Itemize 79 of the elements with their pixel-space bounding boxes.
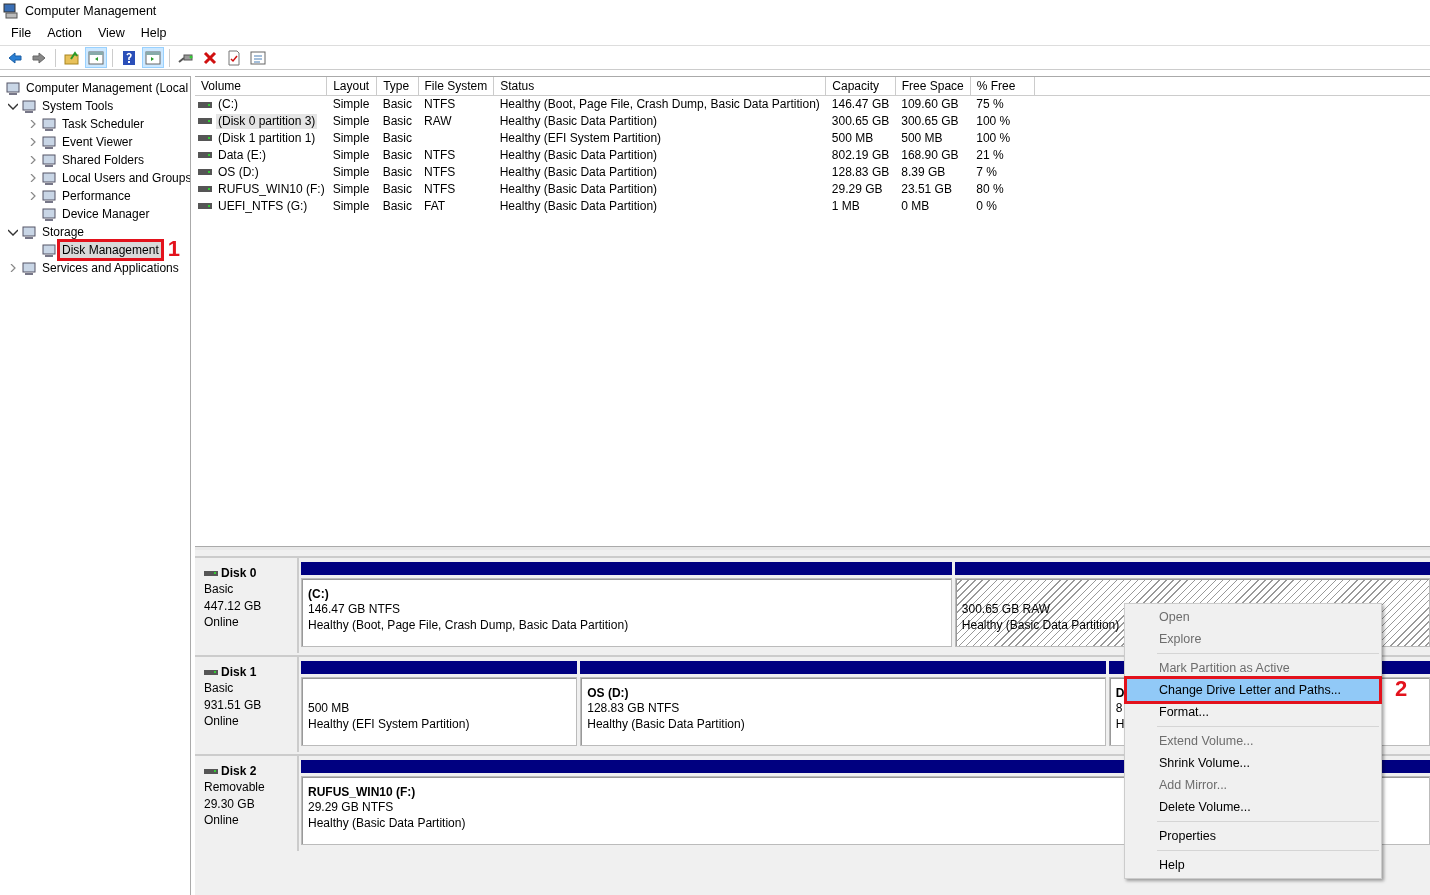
partition-size: 29.29 GB NTFS: [308, 800, 394, 815]
table-cell: 80 %: [976, 182, 1004, 197]
partition-size: 300.65 GB RAW: [961, 602, 1051, 617]
table-cell: Basic: [382, 148, 412, 163]
callout-number: 1: [167, 238, 180, 260]
partition-label: RUFUS_WIN10 (F:): [308, 785, 416, 800]
table-cell: FAT: [424, 199, 446, 214]
partition-status: H: [1115, 717, 1125, 732]
table-cell: 0 MB: [901, 199, 930, 214]
partition-size: 146.47 GB NTFS: [308, 602, 401, 617]
disk-type: Basic: [204, 681, 235, 696]
disk-type: Removable: [204, 780, 266, 795]
partition-size: 128.83 GB NTFS: [587, 701, 680, 716]
table-cell: 75 %: [976, 97, 1004, 112]
table-cell: Basic: [382, 131, 412, 146]
table-cell: Simple: [332, 148, 370, 163]
table-cell: 0 %: [976, 199, 997, 214]
table-cell: 168.90 GB: [901, 148, 959, 163]
partition-status: Healthy (Boot, Page File, Crash Dump, Basic Data Partition): [308, 618, 629, 633]
table-cell: 21 %: [976, 148, 1004, 163]
table-cell: Healthy (Basic Data Partition): [499, 148, 658, 163]
table-cell: Simple: [332, 114, 370, 129]
partition-status: Healthy (Basic Data Partition): [587, 717, 745, 732]
disk-size: 931.51 GB: [204, 697, 263, 713]
table-cell: 802.19 GB: [831, 148, 890, 163]
table-cell: Healthy (Basic Data Partition): [499, 114, 658, 129]
table-cell: 29.29 GB: [831, 182, 883, 197]
partition-label: D: [1115, 686, 1125, 701]
table-cell: 7 %: [976, 165, 997, 180]
table-cell: Basic: [382, 165, 412, 180]
disk-size: 29.30 GB: [204, 796, 256, 812]
disk-status: Online: [204, 813, 240, 828]
table-cell: Basic: [382, 182, 412, 197]
partition-label: OS (D:): [587, 686, 629, 701]
table-cell: Healthy (Basic Data Partition): [499, 199, 658, 214]
table-cell: Simple: [332, 199, 370, 214]
disk-status: Online: [204, 615, 240, 630]
table-cell: 500 MB: [831, 131, 874, 146]
table-cell: Basic: [382, 199, 412, 214]
partition-label: (C:): [308, 587, 329, 602]
table-cell: NTFS: [424, 97, 456, 112]
table-cell: 8.39 GB: [901, 165, 946, 180]
table-cell: Simple: [332, 182, 370, 197]
table-cell: 146.47 GB: [831, 97, 890, 112]
disk-size: 447.12 GB: [204, 598, 263, 614]
table-cell: Basic: [382, 114, 412, 129]
table-cell: Healthy (Basic Data Partition): [499, 182, 658, 197]
partition-status: Healthy (Basic Data Partition): [961, 618, 1120, 633]
table-cell: 109.60 GB: [901, 97, 959, 112]
table-cell: 23.51 GB: [901, 182, 952, 197]
table-cell: Healthy (Boot, Page File, Crash Dump, Basic Data Partition): [499, 97, 820, 112]
disk-status: Online: [204, 714, 240, 729]
disk-type: Basic: [204, 582, 235, 597]
table-cell: Simple: [332, 97, 370, 112]
table-cell: 128.83 GB: [831, 165, 890, 180]
partition-size: 8: [1115, 701, 1123, 716]
table-cell: Simple: [332, 165, 370, 180]
table-cell: 300.65 GB: [901, 114, 959, 129]
table-cell: 100 %: [976, 114, 1011, 129]
table-cell: Healthy (Basic Data Partition): [499, 165, 658, 180]
table-cell: NTFS: [424, 182, 456, 197]
partition-status: Healthy (EFI System Partition): [308, 717, 470, 732]
table-cell: Basic: [382, 97, 412, 112]
table-cell: Simple: [332, 131, 370, 146]
disk-name: Disk 1: [221, 665, 257, 680]
disk-name: Disk 0: [221, 566, 257, 581]
table-cell: NTFS: [424, 148, 456, 163]
table-cell: RAW: [424, 114, 452, 129]
partition-size: 500 MB: [308, 701, 350, 716]
table-cell: 1 MB: [831, 199, 860, 214]
table-cell: 100 %: [976, 131, 1011, 146]
table-cell: 300.65 GB: [831, 114, 890, 129]
window-title: Computer Management: [25, 3, 157, 19]
disk-name: Disk 2: [221, 764, 257, 779]
table-cell: 500 MB: [901, 131, 943, 146]
callout-number: 2: [1395, 678, 1408, 700]
table-cell: NTFS: [424, 165, 456, 180]
partition-status: Healthy (Basic Data Partition): [308, 816, 466, 831]
table-cell: Healthy (EFI System Partition): [499, 131, 662, 146]
